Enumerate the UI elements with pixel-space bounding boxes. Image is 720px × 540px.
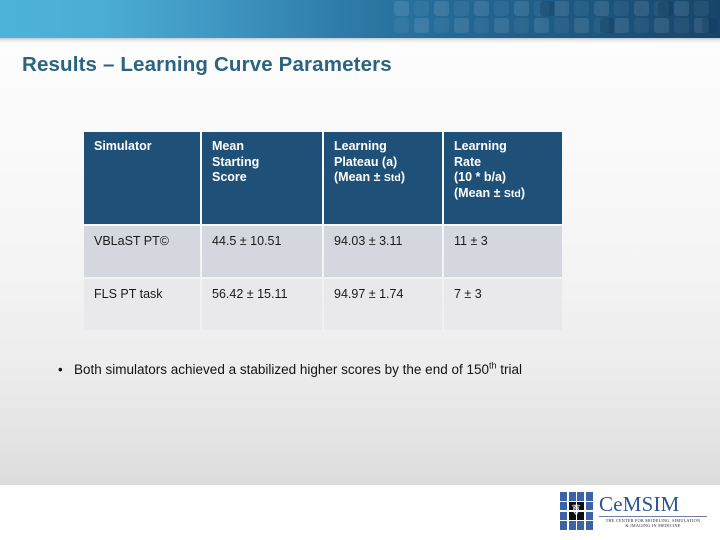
banner-mosaic-pattern bbox=[394, 1, 717, 33]
column-header-mean-starting-score-line2: Starting bbox=[212, 154, 260, 169]
cell-mean-starting-score: 56.42 ± 15.11 bbox=[202, 279, 322, 330]
column-header-simulator: Simulator bbox=[84, 132, 200, 224]
logo-wordmark: CeMSIM bbox=[599, 492, 680, 516]
table-body: VBLaST PT© 44.5 ± 10.51 94.03 ± 3.11 11 … bbox=[84, 226, 562, 330]
bullet-list-item: • Both simulators achieved a stabilized h… bbox=[58, 360, 698, 377]
table-header-row: Simulator Mean Starting Score Learning P… bbox=[84, 132, 562, 224]
bullet-text-superscript: th bbox=[489, 360, 497, 371]
logo-tagline-line2: & IMAGING IN MEDICINE bbox=[625, 523, 681, 529]
cemsim-logo: ☤ CeMSIM THE CENTER FOR MODELING, SIMULA… bbox=[560, 492, 710, 534]
column-header-learning-rate-line4: (Mean ± bbox=[454, 185, 504, 200]
column-header-learning-plateau: Learning Plateau (a) (Mean ± Std) bbox=[324, 132, 442, 224]
column-header-simulator-line1: Simulator bbox=[94, 139, 152, 153]
table-row: FLS PT task 56.42 ± 15.11 94.97 ± 1.74 7… bbox=[84, 279, 562, 330]
cell-learning-rate: 11 ± 3 bbox=[444, 226, 562, 277]
bullet-marker-icon: • bbox=[58, 362, 63, 377]
table-row: VBLaST PT© 44.5 ± 10.51 94.03 ± 3.11 11 … bbox=[84, 226, 562, 277]
logo-divider bbox=[599, 516, 707, 517]
top-banner bbox=[0, 0, 720, 38]
bullet-text-tail: trial bbox=[496, 362, 523, 377]
column-header-learning-rate-line2: Rate bbox=[454, 154, 482, 169]
column-header-learning-rate-std: Std bbox=[503, 187, 521, 200]
learning-curve-parameters-table: Simulator Mean Starting Score Learning P… bbox=[82, 130, 564, 332]
column-header-learning-plateau-line3: (Mean ± bbox=[334, 170, 384, 184]
banner-drop-shadow bbox=[0, 38, 720, 45]
cell-learning-plateau: 94.03 ± 3.11 bbox=[324, 226, 442, 277]
column-header-learning-plateau-line2: Plateau (a) bbox=[334, 154, 398, 169]
column-header-learning-plateau-std: Std bbox=[383, 172, 401, 184]
column-header-learning-rate-line4-end: ) bbox=[520, 185, 526, 200]
column-header-mean-starting-score-line1: Mean bbox=[212, 139, 244, 153]
column-header-learning-plateau-line1: Learning bbox=[334, 139, 387, 153]
page-title: Results – Learning Curve Parameters bbox=[22, 53, 392, 76]
cell-mean-starting-score: 44.5 ± 10.51 bbox=[202, 226, 322, 277]
cell-simulator: VBLaST PT© bbox=[84, 226, 200, 277]
column-header-mean-starting-score-line3: Score bbox=[212, 170, 247, 184]
logo-square-grid-icon: ☤ bbox=[560, 492, 593, 530]
column-header-learning-rate: Learning Rate (10 * b/a) (Mean ± Std) bbox=[444, 132, 562, 224]
column-header-mean-starting-score: Mean Starting Score bbox=[202, 132, 322, 224]
table-header: Simulator Mean Starting Score Learning P… bbox=[84, 132, 562, 224]
logo-text-block: CeMSIM THE CENTER FOR MODELING, SIMULATI… bbox=[599, 492, 707, 529]
column-header-learning-rate-line1: Learning bbox=[454, 139, 507, 153]
cell-learning-rate: 7 ± 3 bbox=[444, 279, 562, 330]
column-header-learning-rate-line3: (10 * b/a) bbox=[454, 170, 507, 184]
bullet-text-main: Both simulators achieved a stabilized hi… bbox=[74, 362, 489, 377]
slide: Results – Learning Curve Parameters Simu… bbox=[0, 0, 720, 540]
column-header-learning-plateau-line3-end: ) bbox=[400, 170, 406, 184]
cell-simulator: FLS PT task bbox=[84, 279, 200, 330]
cell-learning-plateau: 94.97 ± 1.74 bbox=[324, 279, 442, 330]
